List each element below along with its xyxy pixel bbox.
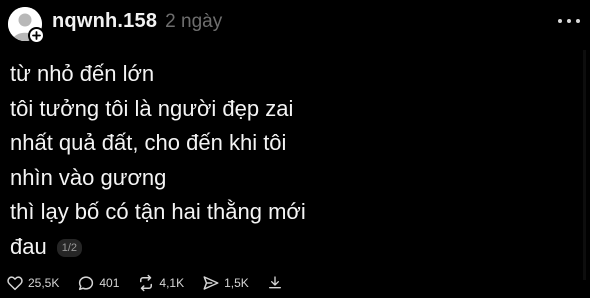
plus-icon [32,31,41,40]
download-icon [268,276,281,289]
like-button[interactable]: 25,5K [6,274,59,292]
repost-count: 4,1K [159,276,185,290]
post-text-line: nhìn vào gương [10,164,167,190]
username[interactable]: nqwnh.158 [52,10,157,33]
more-dot [567,19,571,23]
more-options-button[interactable] [558,12,580,30]
more-dot [576,19,580,23]
page-indicator: 1/2 [56,238,83,257]
repost-icon [140,274,153,292]
follow-button[interactable] [28,27,45,44]
post-time: 2 ngày [165,11,223,32]
post-text-line: nhất quả đất, cho đến khi tôi [10,130,287,155]
like-count: 25,5K [28,276,60,290]
scrollbar[interactable] [583,50,586,280]
post-text-line: tôi tưởng tôi là người đẹp zai [10,95,294,121]
post-body: từ nhỏ đến lớn tôi tưởng tôi là người đẹ… [10,57,570,264]
share-button[interactable]: 1,5K [202,274,249,292]
repost-button[interactable]: 4,1K [137,274,184,292]
heart-icon [7,276,23,291]
save-button[interactable] [267,275,283,291]
share-icon [203,276,219,290]
action-bar: 25,5K 401 4,1K 1,5K [6,273,301,293]
post-text-line: đau [10,233,47,259]
thread-post: nqwnh.158 2 ngày từ nhỏ đến lớn tôi tưởn… [0,0,590,298]
post-header: nqwnh.158 2 ngày [52,10,222,36]
post-text-last-line: đau 1/2 [10,230,570,265]
comment-bubble-icon [79,276,94,291]
comment-button[interactable]: 401 [77,274,119,292]
comment-count: 401 [99,276,120,290]
share-count: 1,5K [224,276,249,290]
post-text-line: thì lạy bố có tận hai thằng mới [10,199,306,224]
more-dot [558,19,562,23]
post-text-line: từ nhỏ đến lớn [10,61,155,86]
